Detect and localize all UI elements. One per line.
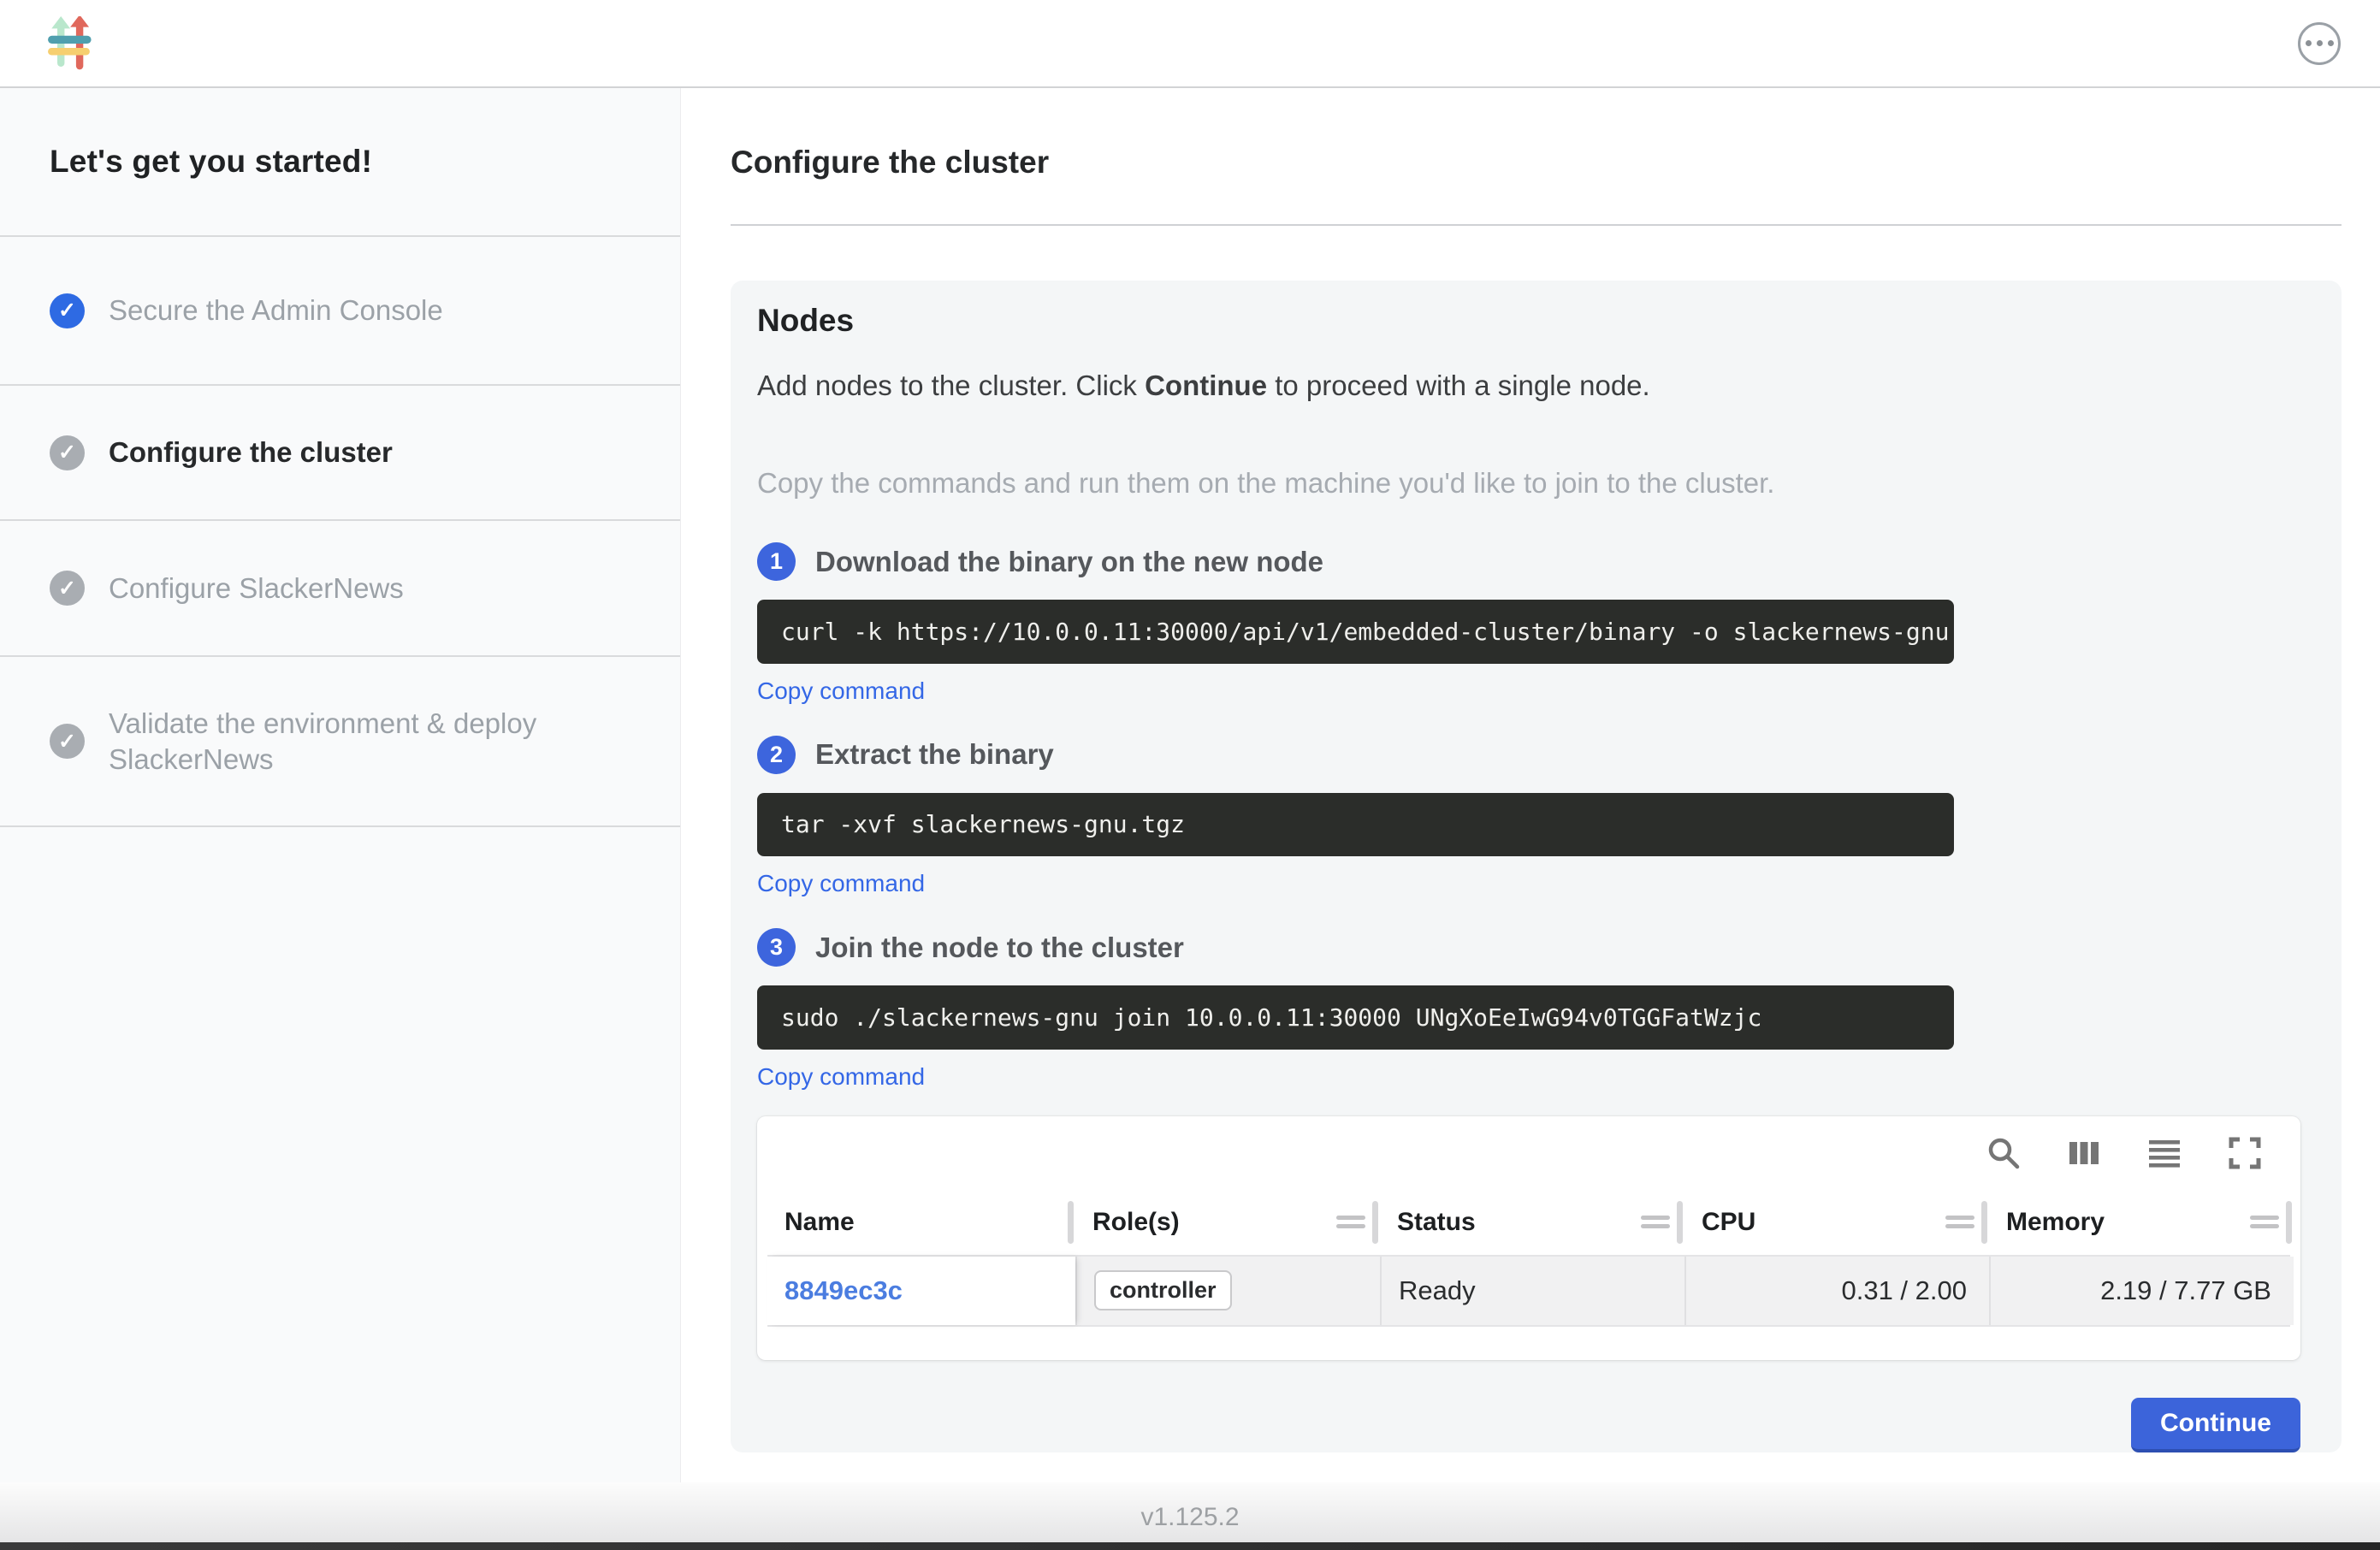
- step-3-title: Join the node to the cluster: [815, 932, 1184, 964]
- sidebar-title: Let's get you started!: [0, 88, 680, 237]
- check-circle-pending-icon: [50, 571, 85, 606]
- sidebar-item-label: Secure the Admin Console: [109, 293, 443, 328]
- cell-node-status: Ready: [1380, 1257, 1684, 1325]
- app-window: Let's get you started! Secure the Admin …: [0, 0, 2380, 1550]
- page-footer: v1.125.2: [0, 1482, 2380, 1550]
- step-3-command-code: sudo ./slackernews-gnu join 10.0.0.11:30…: [757, 985, 1954, 1050]
- step-2-title: Extract the binary: [815, 738, 1054, 771]
- column-resize-handle[interactable]: [1981, 1201, 1987, 1244]
- column-header-label: Memory: [2006, 1208, 2105, 1237]
- check-circle-pending-icon: [50, 724, 85, 759]
- step-3-copy-command-link[interactable]: Copy command: [757, 1063, 925, 1091]
- check-circle-complete-icon: [50, 293, 85, 328]
- more-menu-button[interactable]: [2298, 22, 2341, 65]
- continue-button[interactable]: Continue: [2131, 1398, 2300, 1452]
- column-menu-icon[interactable]: [1945, 1213, 1976, 1232]
- column-resize-handle[interactable]: [2286, 1201, 2292, 1244]
- version-label: v1.125.2: [1140, 1503, 1239, 1532]
- title-divider: [731, 224, 2342, 226]
- cell-node-cpu: 0.31 / 2.00: [1684, 1257, 1989, 1325]
- page-title: Configure the cluster: [731, 145, 2342, 180]
- column-menu-icon[interactable]: [2250, 1213, 2281, 1232]
- nodes-intro-text: Add nodes to the cluster. Click Continue…: [757, 370, 2300, 402]
- step-1-number-badge: 1: [757, 542, 796, 581]
- check-circle-pending-icon: [50, 435, 85, 470]
- sidebar-item-label: Configure SlackerNews: [109, 571, 404, 606]
- column-menu-icon[interactable]: [1641, 1213, 1672, 1232]
- continue-row: Continue: [757, 1398, 2300, 1452]
- intro-text-pre: Add nodes to the cluster. Click: [757, 370, 1145, 401]
- step-2-command-code: tar -xvf slackernews-gnu.tgz: [757, 793, 1954, 857]
- slackernews-logo-icon: [48, 16, 94, 71]
- intro-text-post: to proceed with a single node.: [1267, 370, 1650, 401]
- column-header-label: Name: [784, 1208, 855, 1237]
- status-text: Ready: [1399, 1275, 1476, 1306]
- column-menu-icon[interactable]: [1336, 1213, 1367, 1232]
- top-header: [0, 0, 2380, 88]
- column-header-cpu[interactable]: CPU: [1684, 1190, 1989, 1255]
- cell-node-roles: controller: [1075, 1257, 1380, 1325]
- sidebar-item-configure-cluster[interactable]: Configure the cluster: [0, 386, 680, 521]
- main-panel: Configure the cluster Nodes Add nodes to…: [681, 88, 2380, 1482]
- step-3-header: 3 Join the node to the cluster: [757, 928, 2300, 967]
- column-header-label: Status: [1397, 1208, 1476, 1237]
- column-header-memory[interactable]: Memory: [1989, 1190, 2294, 1255]
- nodes-table-card: Name Role(s): [757, 1116, 2300, 1360]
- density-icon[interactable]: [2146, 1135, 2182, 1171]
- step-1-title: Download the binary on the new node: [815, 546, 1323, 578]
- ellipsis-icon: [2306, 40, 2334, 46]
- column-resize-handle[interactable]: [1068, 1201, 1074, 1244]
- sidebar-item-validate-deploy[interactable]: Validate the environment & deploy Slacke…: [0, 657, 680, 827]
- step-2-number-badge: 2: [757, 736, 796, 774]
- step-1-copy-command-link[interactable]: Copy command: [757, 677, 925, 705]
- step-2-header: 2 Extract the binary: [757, 736, 2300, 774]
- step-1-command-code: curl -k https://10.0.0.11:30000/api/v1/e…: [757, 600, 1954, 664]
- setup-sidebar: Let's get you started! Secure the Admin …: [0, 88, 681, 1482]
- column-header-label: Role(s): [1092, 1208, 1180, 1237]
- step-1-header: 1 Download the binary on the new node: [757, 542, 2300, 581]
- copy-instruction-text: Copy the commands and run them on the ma…: [757, 467, 2300, 500]
- nodes-heading: Nodes: [757, 303, 2300, 339]
- column-header-name[interactable]: Name: [767, 1190, 1075, 1255]
- step-2-copy-command-link[interactable]: Copy command: [757, 870, 925, 897]
- sidebar-item-label: Validate the environment & deploy Slacke…: [109, 706, 613, 777]
- node-name-link[interactable]: 8849ec3c: [784, 1275, 903, 1306]
- table-header-row: Name Role(s): [767, 1190, 2290, 1255]
- bottom-bar: [0, 1542, 2380, 1550]
- column-resize-handle[interactable]: [1677, 1201, 1683, 1244]
- column-resize-handle[interactable]: [1372, 1201, 1378, 1244]
- cpu-value: 0.31 / 2.00: [1841, 1275, 1967, 1306]
- memory-value: 2.19 / 7.77 GB: [2100, 1275, 2271, 1306]
- fullscreen-icon[interactable]: [2227, 1135, 2263, 1171]
- sidebar-item-label: Configure the cluster: [109, 435, 393, 470]
- column-header-status[interactable]: Status: [1380, 1190, 1684, 1255]
- body-row: Let's get you started! Secure the Admin …: [0, 88, 2380, 1482]
- cell-node-memory: 2.19 / 7.77 GB: [1989, 1257, 2294, 1325]
- column-header-label: CPU: [1702, 1208, 1755, 1237]
- search-icon[interactable]: [1986, 1135, 2022, 1171]
- table-toolbar: [767, 1116, 2290, 1190]
- sidebar-item-secure-admin-console[interactable]: Secure the Admin Console: [0, 237, 680, 386]
- column-header-roles[interactable]: Role(s): [1075, 1190, 1380, 1255]
- nodes-card: Nodes Add nodes to the cluster. Click Co…: [731, 281, 2342, 1452]
- intro-text-bold: Continue: [1145, 370, 1267, 401]
- role-chip: controller: [1094, 1270, 1232, 1310]
- cell-node-name: 8849ec3c: [767, 1257, 1075, 1325]
- step-3-number-badge: 3: [757, 928, 796, 967]
- columns-icon[interactable]: [2066, 1135, 2102, 1171]
- table-row: 8849ec3c controller Ready 0.31 / 2.00 2.: [767, 1255, 2290, 1327]
- sidebar-item-configure-slackernews[interactable]: Configure SlackerNews: [0, 521, 680, 657]
